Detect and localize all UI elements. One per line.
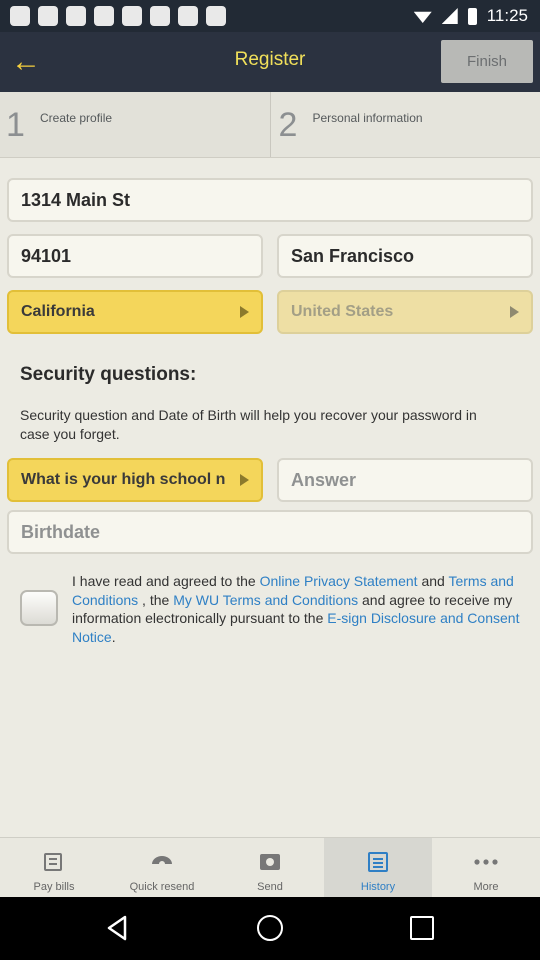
answer-field[interactable]: Answer <box>277 458 533 502</box>
finish-button[interactable]: Finish <box>441 40 533 83</box>
status-bar: 11:25 <box>0 0 540 32</box>
tab-label: Quick resend <box>129 881 195 893</box>
agreement-text-part: I have read and agreed to the <box>72 573 260 589</box>
app-icon <box>178 6 198 26</box>
wifi-icon <box>413 11 432 23</box>
nav-recent-apps-icon[interactable] <box>410 916 434 940</box>
agreement-text-part: and <box>417 573 449 589</box>
app-icon <box>122 6 142 26</box>
dropdown-arrow-icon <box>240 306 249 318</box>
step-label: Create profile <box>40 111 113 125</box>
tab-history[interactable]: History <box>324 838 432 897</box>
privacy-statement-link[interactable]: Online Privacy Statement <box>260 573 418 589</box>
battery-icon <box>467 7 477 25</box>
agreement-text-part: , the <box>138 591 174 608</box>
signal-icon <box>441 8 458 24</box>
security-question-value: What is your high school n <box>21 471 226 488</box>
step-create-profile[interactable]: 1 Create profile <box>0 92 271 157</box>
step-personal-information[interactable]: 2 Personal information <box>270 92 540 157</box>
history-icon <box>368 852 388 872</box>
tab-quick-resend[interactable]: Quick resend <box>108 838 216 897</box>
quick-resend-icon <box>152 856 172 867</box>
birthdate-field[interactable]: Birthdate <box>7 510 533 554</box>
step-number: 2 <box>278 106 298 144</box>
tab-label: Send <box>257 881 283 893</box>
security-description: Security question and Date of Birth will… <box>20 407 477 442</box>
app-icon <box>66 6 86 26</box>
bottom-tab-bar: Pay bills Quick resend Send History More <box>0 837 540 897</box>
system-navigation-bar <box>0 897 540 960</box>
app-icon <box>206 6 226 26</box>
app-icon <box>150 6 170 26</box>
status-time: 11:25 <box>486 6 528 25</box>
app-icon <box>94 6 114 26</box>
dropdown-arrow-icon <box>240 474 249 486</box>
progress-steps: 1 Create profile 2 Personal information <box>0 92 540 158</box>
dropdown-arrow-icon <box>510 306 519 318</box>
more-icon <box>474 859 498 865</box>
security-question-select[interactable]: What is your high school n <box>7 458 263 502</box>
app-header: ← Register Finish <box>0 32 540 92</box>
tab-label: More <box>473 881 499 893</box>
zip-field[interactable]: 94101 <box>7 234 263 278</box>
bills-icon <box>44 853 62 871</box>
app-icon <box>38 6 58 26</box>
agree-checkbox[interactable] <box>20 590 58 626</box>
my-wu-terms-link[interactable]: My WU Terms and Conditions <box>173 592 358 608</box>
tab-send[interactable]: Send <box>216 838 324 897</box>
tab-label: History <box>360 881 396 893</box>
agreement-text: I have read and agreed to the Online Pri… <box>72 572 520 646</box>
notification-icons <box>10 6 226 26</box>
country-select[interactable]: United States <box>277 290 533 334</box>
country-placeholder: United States <box>291 303 394 320</box>
nav-home-icon[interactable] <box>257 915 283 941</box>
send-icon <box>260 854 280 870</box>
street-field[interactable]: 1314 Main St <box>7 178 533 222</box>
city-field[interactable]: San Francisco <box>277 234 533 278</box>
agreement-text-part: . <box>111 628 116 645</box>
app-icon <box>10 6 30 26</box>
step-number: 1 <box>6 106 25 144</box>
tab-more[interactable]: More <box>432 838 540 897</box>
state-value: California <box>21 303 95 320</box>
nav-back-icon[interactable] <box>105 915 131 941</box>
step-label: Personal information <box>312 111 423 125</box>
state-select[interactable]: California <box>7 290 263 334</box>
tab-label: Pay bills <box>33 881 75 893</box>
tab-pay-bills[interactable]: Pay bills <box>0 838 108 897</box>
security-title: Security questions: <box>20 364 197 385</box>
